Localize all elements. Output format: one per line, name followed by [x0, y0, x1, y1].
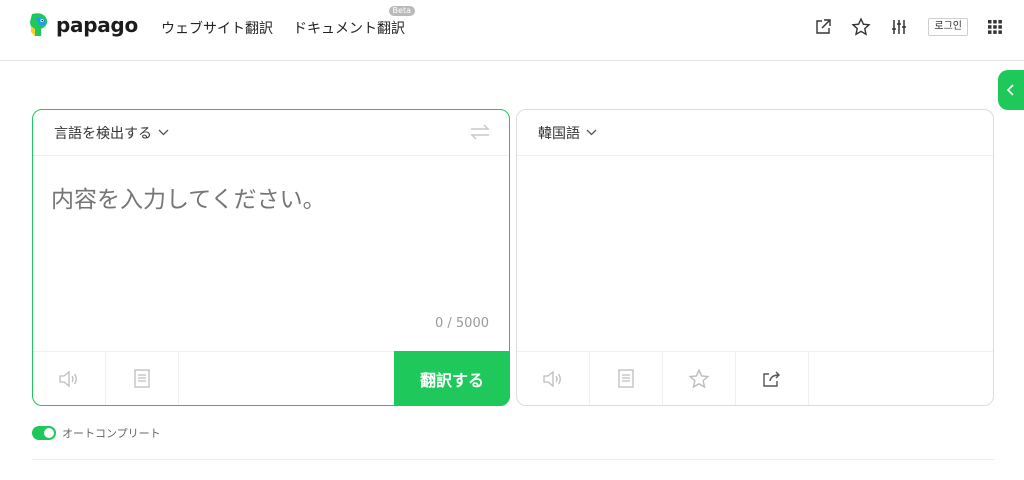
swap-languages-button[interactable] — [469, 123, 491, 145]
autocomplete-toggle[interactable] — [32, 426, 56, 440]
source-listen-button[interactable] — [33, 352, 106, 405]
side-panel-toggle[interactable] — [998, 70, 1024, 110]
grid-apps-icon[interactable] — [984, 16, 1006, 38]
share-button[interactable] — [736, 352, 809, 405]
chevron-down-icon — [158, 129, 169, 136]
top-header: papago ウェブサイト翻訳 ドキュメント翻訳 Beta 로그인 — [0, 0, 1024, 61]
speaker-icon — [543, 370, 561, 387]
target-panel: 韓国語 — [516, 109, 994, 406]
source-language-label: 言語を検出する — [54, 125, 152, 142]
sliders-icon[interactable] — [888, 16, 910, 38]
chevron-left-icon — [1006, 84, 1014, 96]
external-link-icon[interactable] — [812, 16, 834, 38]
source-panel: 言語を検出する 0 / 5000 翻訳する — [32, 109, 510, 406]
copy-icon — [618, 368, 634, 388]
target-language-select[interactable]: 韓国語 — [538, 123, 597, 143]
favorite-button[interactable] — [663, 352, 736, 405]
copy-icon — [134, 368, 150, 388]
divider — [32, 459, 994, 460]
target-listen-button[interactable] — [517, 352, 590, 405]
brand-name: papago — [56, 13, 138, 37]
source-panel-header: 言語を検出する — [33, 110, 509, 156]
chevron-down-icon — [586, 129, 597, 136]
speaker-icon — [59, 370, 77, 387]
char-counter: 0 / 5000 — [435, 316, 489, 331]
translate-button[interactable]: 翻訳する — [394, 351, 510, 406]
papago-logo[interactable]: papago — [28, 12, 138, 38]
target-panel-footer — [517, 351, 993, 405]
share-icon — [763, 371, 780, 387]
parrot-logo-icon — [30, 13, 48, 36]
autocomplete-setting: オートコンプリート — [32, 425, 161, 441]
star-icon — [688, 367, 710, 388]
swap-arrows-icon — [470, 124, 490, 140]
target-language-label: 韓国語 — [538, 125, 580, 142]
target-copy-button[interactable] — [590, 352, 663, 405]
star-icon[interactable] — [850, 16, 872, 38]
nav-doc-translate-label: ドキュメント翻訳 — [293, 21, 405, 37]
autocomplete-label: オートコンプリート — [62, 427, 161, 440]
source-language-select[interactable]: 言語を検出する — [54, 123, 169, 143]
source-text-input[interactable] — [51, 180, 491, 320]
nav-web-translate[interactable]: ウェブサイト翻訳 — [161, 18, 273, 38]
target-panel-header: 韓国語 — [517, 110, 993, 156]
login-button[interactable]: 로그인 — [928, 18, 968, 36]
beta-badge: Beta — [388, 6, 415, 16]
header-tools: 로그인 — [796, 16, 1006, 38]
nav-doc-translate[interactable]: ドキュメント翻訳 Beta — [293, 6, 415, 38]
main-nav: ウェブサイト翻訳 ドキュメント翻訳 Beta — [161, 6, 415, 38]
source-copy-button[interactable] — [106, 352, 179, 405]
